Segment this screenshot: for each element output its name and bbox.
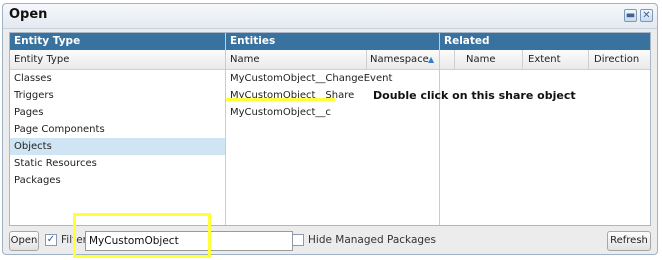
- column-divider: [454, 50, 455, 69]
- panes-container: Entity Type Entity Type Classes Triggers…: [9, 32, 651, 226]
- entity-type-column-label: Entity Type: [14, 54, 70, 65]
- hide-managed-label: Hide Managed Packages: [308, 234, 436, 246]
- sort-ascending-icon: ▲: [428, 55, 435, 64]
- entity-type-item-static-resources[interactable]: Static Resources: [10, 155, 225, 172]
- entities-name-column[interactable]: Name: [230, 50, 260, 69]
- entities-column-header: Name Namespace ▲: [226, 50, 439, 70]
- entity-item-c[interactable]: MyCustomObject__c: [226, 104, 439, 121]
- entity-type-pane: Entity Type Entity Type Classes Triggers…: [10, 33, 226, 225]
- related-pane: Related Name Extent Direction: [440, 33, 650, 225]
- entity-item-changeevent[interactable]: MyCustomObject__ChangeEvent: [226, 70, 439, 87]
- column-divider: [588, 50, 589, 69]
- refresh-button[interactable]: Refresh: [607, 231, 651, 251]
- filter-checkbox[interactable]: ✓: [45, 234, 57, 246]
- column-divider: [366, 50, 367, 69]
- related-extent-column[interactable]: Extent: [528, 50, 561, 69]
- entities-header: Entities: [226, 33, 439, 50]
- related-header: Related: [440, 33, 650, 50]
- entity-type-header: Entity Type: [10, 33, 225, 50]
- instruction-annotation: Double click on this share object: [373, 89, 576, 102]
- related-name-column[interactable]: Name: [466, 50, 496, 69]
- column-divider: [522, 50, 523, 69]
- related-column-header: Name Extent Direction: [440, 50, 650, 70]
- entities-pane: Entities Name Namespace ▲ MyCustomObject…: [226, 33, 440, 225]
- entity-type-item-objects[interactable]: Objects: [10, 138, 225, 155]
- title-bar: Open ▬ ✕: [3, 4, 657, 29]
- entity-type-item-packages[interactable]: Packages: [10, 172, 225, 189]
- entity-type-column-header[interactable]: Entity Type: [10, 50, 225, 70]
- related-direction-column[interactable]: Direction: [594, 50, 639, 69]
- entities-namespace-column[interactable]: Namespace: [370, 50, 429, 69]
- entity-type-item-pages[interactable]: Pages: [10, 104, 225, 121]
- close-icon[interactable]: ✕: [640, 9, 653, 22]
- dialog-title: Open: [9, 7, 48, 22]
- entity-type-item-classes[interactable]: Classes: [10, 70, 225, 87]
- minimize-icon[interactable]: ▬: [624, 9, 637, 22]
- entity-type-item-page-components[interactable]: Page Components: [10, 121, 225, 138]
- open-button[interactable]: Open: [9, 231, 39, 251]
- entity-type-item-triggers[interactable]: Triggers: [10, 87, 225, 104]
- filter-highlight-box: [73, 213, 211, 258]
- share-underline-highlight: [226, 98, 335, 101]
- hide-managed-checkbox[interactable]: [292, 234, 304, 246]
